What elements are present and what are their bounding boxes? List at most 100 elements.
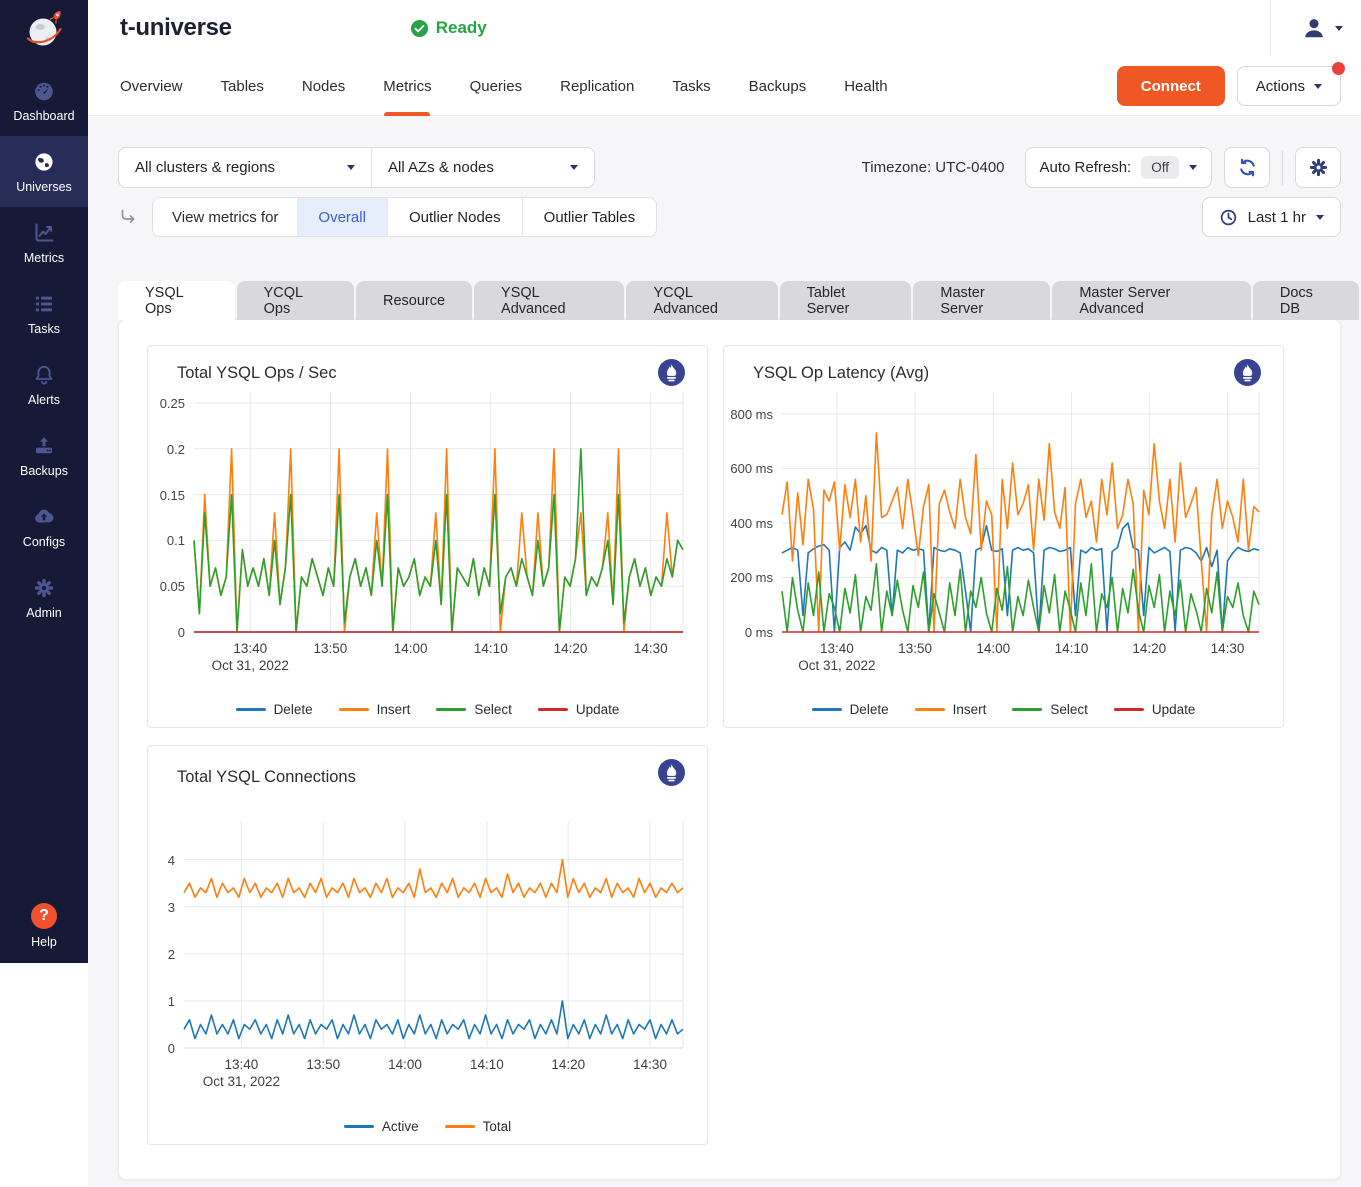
metric-tab-docs-db[interactable]: Docs DB: [1253, 281, 1359, 320]
legend-swatch: [436, 708, 466, 711]
time-range-value: Last 1 hr: [1248, 209, 1306, 226]
page-title: t-universe: [120, 14, 232, 42]
sidebar-item-backups[interactable]: Backups: [0, 420, 88, 491]
x-axis-tick: 14:30: [1211, 641, 1245, 656]
legend-label: Insert: [377, 702, 411, 717]
legend-item-total[interactable]: Total: [445, 1119, 512, 1134]
chevron-down-icon: [347, 165, 355, 170]
actions-button-label: Actions: [1256, 78, 1305, 95]
backups-icon: [32, 434, 56, 458]
chart-title: YSQL Op Latency (Avg): [753, 364, 929, 383]
legend-item-update[interactable]: Update: [1114, 702, 1196, 717]
metric-tab-ysql-advanced[interactable]: YSQL Advanced: [474, 281, 624, 320]
x-axis-tick: 14:00: [976, 641, 1010, 656]
sidebar-item-configs[interactable]: Configs: [0, 491, 88, 562]
universe-navbar: Overview Tables Nodes Metrics Queries Replica…: [88, 56, 1361, 116]
sidebar-item-label: Admin: [26, 606, 61, 620]
tab-overview[interactable]: Overview: [120, 56, 183, 116]
y-axis-tick: 0.25: [148, 396, 185, 411]
tab-nodes[interactable]: Nodes: [302, 56, 345, 116]
metric-tab-ycql-ops[interactable]: YCQL Ops: [237, 281, 354, 320]
legend-swatch: [812, 708, 842, 711]
legend-item-select[interactable]: Select: [436, 702, 512, 717]
view-option-overall[interactable]: Overall: [297, 198, 387, 236]
y-axis-tick: 0.2: [148, 442, 185, 457]
sidebar-item-alerts[interactable]: Alerts: [0, 349, 88, 420]
tab-backups[interactable]: Backups: [749, 56, 807, 116]
connect-button[interactable]: Connect: [1117, 66, 1225, 106]
configs-icon: [32, 505, 56, 529]
tab-metrics[interactable]: Metrics: [383, 56, 431, 116]
legend-swatch: [344, 1125, 374, 1128]
x-axis-tick: 14:20: [551, 1057, 585, 1072]
chart-plot: 00.050.10.150.20.2513:4013:5014:0014:101…: [148, 392, 709, 692]
legend-item-insert[interactable]: Insert: [339, 702, 411, 717]
sidebar-item-admin[interactable]: Admin: [0, 562, 88, 633]
legend-item-delete[interactable]: Delete: [812, 702, 889, 717]
y-axis-tick: 400 ms: [724, 516, 773, 531]
toolbar-divider: [1282, 151, 1283, 185]
y-axis-tick: 2: [148, 947, 175, 962]
sidebar-item-universes[interactable]: Universes: [0, 136, 88, 207]
chevron-down-icon: [1335, 26, 1343, 31]
metric-tab-strip: YSQL OpsYCQL OpsResourceYSQL AdvancedYCQ…: [118, 281, 1361, 320]
chevron-down-icon: [570, 165, 578, 170]
prometheus-icon[interactable]: [658, 359, 685, 386]
tab-health[interactable]: Health: [844, 56, 887, 116]
status-text: Ready: [436, 18, 487, 38]
metric-tab-resource[interactable]: Resource: [356, 281, 472, 320]
prometheus-icon[interactable]: [1234, 359, 1261, 386]
actions-button[interactable]: Actions: [1237, 66, 1341, 106]
metric-tab-tablet-server[interactable]: Tablet Server: [780, 281, 912, 320]
tab-tasks[interactable]: Tasks: [672, 56, 710, 116]
legend-item-delete[interactable]: Delete: [236, 702, 313, 717]
metric-tab-ysql-ops[interactable]: YSQL Ops: [118, 281, 235, 320]
sidebar-item-help[interactable]: ? Help: [0, 903, 88, 949]
legend-item-active[interactable]: Active: [344, 1119, 419, 1134]
legend-label: Active: [382, 1119, 419, 1134]
tab-tables[interactable]: Tables: [221, 56, 264, 116]
tab-replication[interactable]: Replication: [560, 56, 634, 116]
azs-select[interactable]: All AZs & nodes: [372, 148, 594, 187]
sidebar-item-dashboard[interactable]: Dashboard: [0, 65, 88, 136]
chart-legend: Delete Insert Select Update: [724, 702, 1283, 717]
notification-dot: [1332, 62, 1345, 75]
prometheus-icon[interactable]: [658, 759, 685, 786]
auto-refresh-select[interactable]: Auto Refresh: Off: [1025, 147, 1212, 188]
x-axis-tick: 13:40: [820, 641, 854, 656]
metric-tab-ycql-advanced[interactable]: YCQL Advanced: [626, 281, 777, 320]
x-axis-tick: 14:00: [394, 641, 428, 656]
filter-row: All clusters & regions All AZs & nodes T…: [118, 147, 1341, 188]
gear-icon: [1308, 157, 1329, 178]
legend-swatch: [1114, 708, 1144, 711]
legend-label: Insert: [953, 702, 987, 717]
time-range-select[interactable]: Last 1 hr: [1202, 197, 1341, 237]
legend-item-insert[interactable]: Insert: [915, 702, 987, 717]
y-axis-tick: 0: [148, 625, 185, 640]
view-option-outlier-nodes[interactable]: Outlier Nodes: [387, 198, 522, 236]
view-option-outlier-tables[interactable]: Outlier Tables: [522, 198, 656, 236]
tab-queries[interactable]: Queries: [470, 56, 523, 116]
help-icon: ?: [31, 903, 57, 929]
user-menu[interactable]: [1301, 15, 1343, 41]
y-axis-tick: 3: [148, 900, 175, 915]
universe-tabs: Overview Tables Nodes Metrics Queries Replica…: [120, 56, 888, 116]
chart-legend: Active Total: [148, 1119, 707, 1134]
x-axis-tick: 13:50: [898, 641, 932, 656]
settings-button[interactable]: [1295, 147, 1341, 188]
tasks-icon: [32, 292, 56, 316]
sidebar-item-label: Tasks: [28, 322, 60, 336]
legend-item-update[interactable]: Update: [538, 702, 620, 717]
metric-tab-master-server-advanced[interactable]: Master Server Advanced: [1052, 281, 1251, 320]
legend-item-select[interactable]: Select: [1012, 702, 1088, 717]
legend-label: Update: [1152, 702, 1196, 717]
sidebar-item-metrics[interactable]: Metrics: [0, 207, 88, 278]
x-axis-tick: 13:50: [314, 641, 348, 656]
chevron-down-icon: [1189, 165, 1197, 170]
metrics-icon: [32, 221, 56, 245]
yugabyte-logo-icon[interactable]: [18, 5, 70, 57]
sidebar-item-tasks[interactable]: Tasks: [0, 278, 88, 349]
refresh-button[interactable]: [1224, 147, 1270, 188]
clusters-select[interactable]: All clusters & regions: [119, 148, 372, 187]
metric-tab-master-server[interactable]: Master Server: [913, 281, 1050, 320]
